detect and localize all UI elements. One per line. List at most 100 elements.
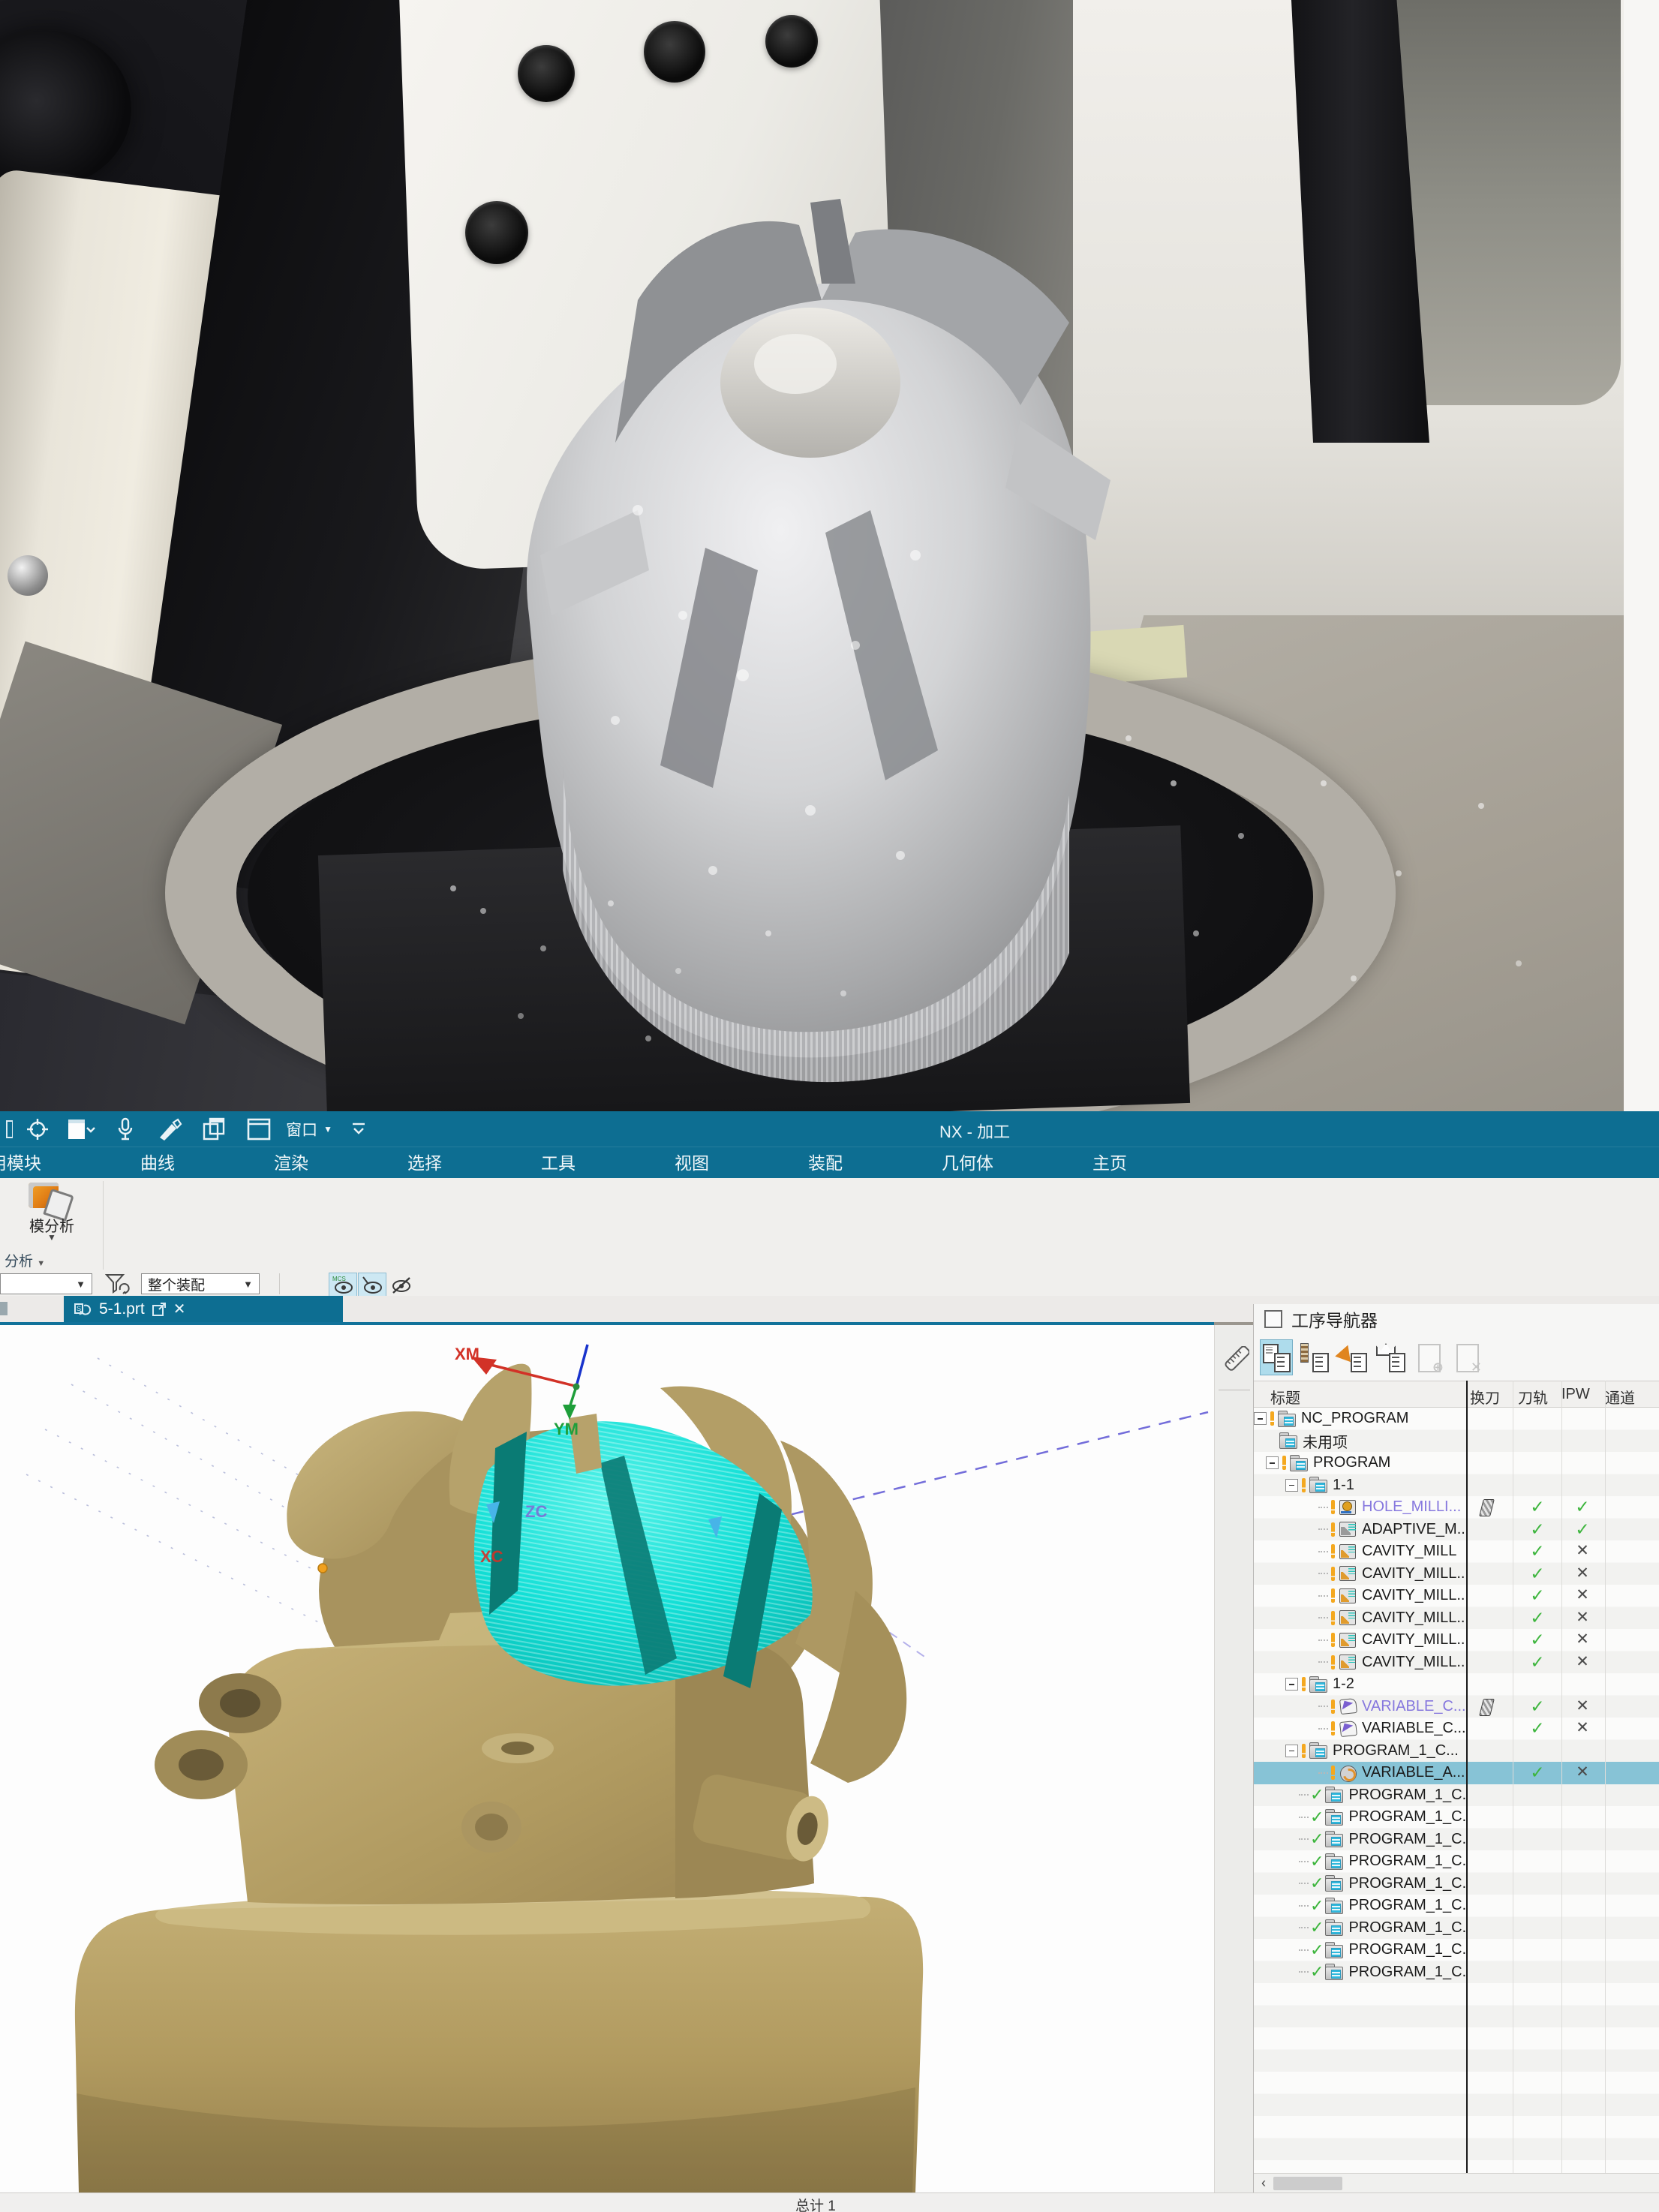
column-header-IPW[interactable]: IPW [1561,1386,1590,1403]
tree-row[interactable]: ✓PROGRAM_1_C... [1254,1873,1659,1895]
tree-row[interactable]: ✓PROGRAM_1_C... [1254,1784,1659,1807]
tab-5-1-prt[interactable]: S 5-1.prt ✕ [64,1296,343,1322]
toolpath-status-check-icon: ✓ [1522,1630,1552,1650]
tree-row[interactable]: VARIABLE_C...✓✕ [1254,1718,1659,1740]
tree-row[interactable]: ✓PROGRAM_1_C... [1254,1806,1659,1829]
navigator-column-header[interactable]: 标题 换刀刀轨 IPW 通道 [1254,1381,1659,1408]
ipw-status-cross-icon: ✕ [1567,1697,1597,1715]
tree-row-label: HOLE_MILLI... [1362,1498,1461,1516]
tree-row[interactable]: HOLE_MILLI...✓✓ [1254,1496,1659,1519]
completed-check-icon: ✓ [1310,1962,1324,1982]
detach-window-icon[interactable] [152,1302,167,1317]
tree-row[interactable]: CAVITY_MILL...✓✕ [1254,1563,1659,1585]
folder-icon [1325,1898,1345,1914]
scroll-left-icon[interactable]: ‹ [1254,2175,1273,2191]
program-order-view-button[interactable] [1260,1339,1293,1375]
window-display-icon[interactable] [239,1111,278,1147]
voice-command-icon[interactable] [106,1111,145,1147]
selection-filter-combo[interactable]: ▼ [0,1273,92,1294]
measure-ruler-icon[interactable] [1221,1346,1249,1380]
menu-item-曲线[interactable]: 曲线 [140,1147,175,1179]
tree-row[interactable]: ✓PROGRAM_1_C... [1254,1895,1659,1917]
menu-item-主页[interactable]: 主页 [1092,1147,1127,1179]
tree-row-label: CAVITY_MILL [1362,1543,1456,1560]
toolpath-status-check-icon: ✓ [1522,1541,1552,1561]
tree-row-label: VARIABLE_A... [1362,1764,1465,1781]
selection-bar: ▼ 整个装配▼ MCS [0,1272,1659,1296]
tree-row[interactable]: VARIABLE_C...✓✕ [1254,1696,1659,1718]
hide-icon[interactable] [387,1273,416,1297]
folder-icon [1325,1942,1345,1958]
tree-row[interactable]: ADAPTIVE_M...✓✓ [1254,1519,1659,1541]
tree-row[interactable]: CAVITY_MILL...✓✕ [1254,1585,1659,1607]
tree-row[interactable]: CAVITY_MILL...✓✕ [1254,1651,1659,1674]
snap-point-icon[interactable] [18,1111,57,1147]
tree-row[interactable]: PROGRAM_1_C... [1254,1740,1659,1763]
toolpath-status-check-icon: ✓ [1522,1718,1552,1739]
tree-row-label: PROGRAM_1_C... [1348,1875,1466,1892]
toolpath-status-check-icon: ✓ [1522,1763,1552,1783]
tree-row-selected[interactable]: VARIABLE_A...✓✕ [1254,1762,1659,1784]
ribbon-separator [103,1181,104,1270]
ipw-status-check-icon: ✓ [1567,1497,1597,1517]
tree-row[interactable]: CAVITY_MILL...✓✕ [1254,1629,1659,1651]
scrollbar-thumb[interactable] [1273,2177,1342,2190]
tree-row[interactable]: CAVITY_MILL...✓✕ [1254,1607,1659,1630]
tree-row[interactable]: 1-2 [1254,1673,1659,1696]
filter-reset-icon[interactable] [105,1273,131,1298]
menu-item-几何体[interactable]: 几何体 [942,1147,993,1179]
tree-row[interactable]: PROGRAM [1254,1452,1659,1474]
tool-change-icon [1479,1699,1495,1716]
column-header-通道[interactable]: 通道 [1605,1386,1635,1408]
window-menu-label: 窗口 [286,1118,317,1141]
tree-row[interactable]: ✓PROGRAM_1_C... [1254,1961,1659,1984]
column-header-换刀[interactable]: 换刀 [1470,1386,1500,1408]
menu-item-选择[interactable]: 选择 [407,1147,442,1179]
column-header-刀轨[interactable]: 刀轨 [1518,1386,1548,1408]
tree-row[interactable]: 未用项 [1254,1430,1659,1453]
show-mcs-icon[interactable]: MCS [329,1273,357,1297]
tree-row-label: PROGRAM_1_C... [1348,1831,1466,1848]
folder-icon [1325,1853,1345,1870]
graphics-viewport[interactable]: XM YM ZC XC [0,1325,1214,2192]
close-tab-icon[interactable]: ✕ [173,1300,186,1318]
tree-row[interactable]: ✓PROGRAM_1_C... [1254,1850,1659,1873]
expander-icon[interactable] [1285,1479,1298,1492]
menu-item-渲染[interactable]: 渲染 [274,1147,308,1179]
expander-icon[interactable] [1285,1745,1298,1757]
column-divider-main[interactable] [1466,1381,1468,2173]
axis-label-xm: XM [455,1345,479,1363]
tree-row[interactable]: CAVITY_MILL✓✕ [1254,1540,1659,1563]
navigator-hscrollbar[interactable]: ‹ [1254,2173,1659,2192]
column-header-title[interactable]: 标题 [1270,1386,1300,1408]
unpostprocessed-marker-icon [1270,1411,1274,1426]
tree-row[interactable]: ✓PROGRAM_1_C... [1254,1939,1659,1961]
clipped-icon [0,1111,15,1147]
minimize-ribbon-icon[interactable] [341,1111,377,1147]
machining-method-view-button[interactable] [1375,1339,1408,1375]
menu-item-视图[interactable]: 视图 [675,1147,709,1179]
photo-bolt-hole [765,15,818,68]
tree-row[interactable]: NC_PROGRAM [1254,1408,1659,1430]
folder-icon [1309,1742,1329,1759]
tree-row[interactable]: ✓PROGRAM_1_C... [1254,1829,1659,1851]
expander-icon[interactable] [1285,1678,1298,1691]
new-part-icon[interactable] [61,1111,103,1147]
menu-item-工具[interactable]: 工具 [541,1147,576,1179]
unpostprocessed-marker-icon [1302,1677,1306,1691]
sketch-brush-icon[interactable] [149,1111,191,1147]
menu-item-用模块[interactable]: 用模块 [0,1147,41,1179]
copy-display-icon[interactable] [194,1111,236,1147]
show-component-icon[interactable] [358,1273,386,1297]
machine-tool-view-button[interactable] [1298,1339,1331,1375]
selection-scope-combo[interactable]: 整个装配▼ [141,1273,260,1294]
menu-item-装配[interactable]: 装配 [808,1147,843,1179]
tree-row[interactable]: ✓PROGRAM_1_C... [1254,1917,1659,1940]
tree-row[interactable]: 1-1 [1254,1474,1659,1497]
expander-icon[interactable] [1254,1412,1267,1425]
panel-dock-icon[interactable] [1264,1310,1282,1328]
expander-icon[interactable] [1266,1456,1279,1469]
geometry-view-button[interactable] [1336,1339,1369,1375]
window-menu[interactable]: 窗口 ▼ [281,1111,337,1147]
analysis-ribbon-group[interactable]: 模分析 ▼ 分析 ▼ [3,1181,101,1265]
